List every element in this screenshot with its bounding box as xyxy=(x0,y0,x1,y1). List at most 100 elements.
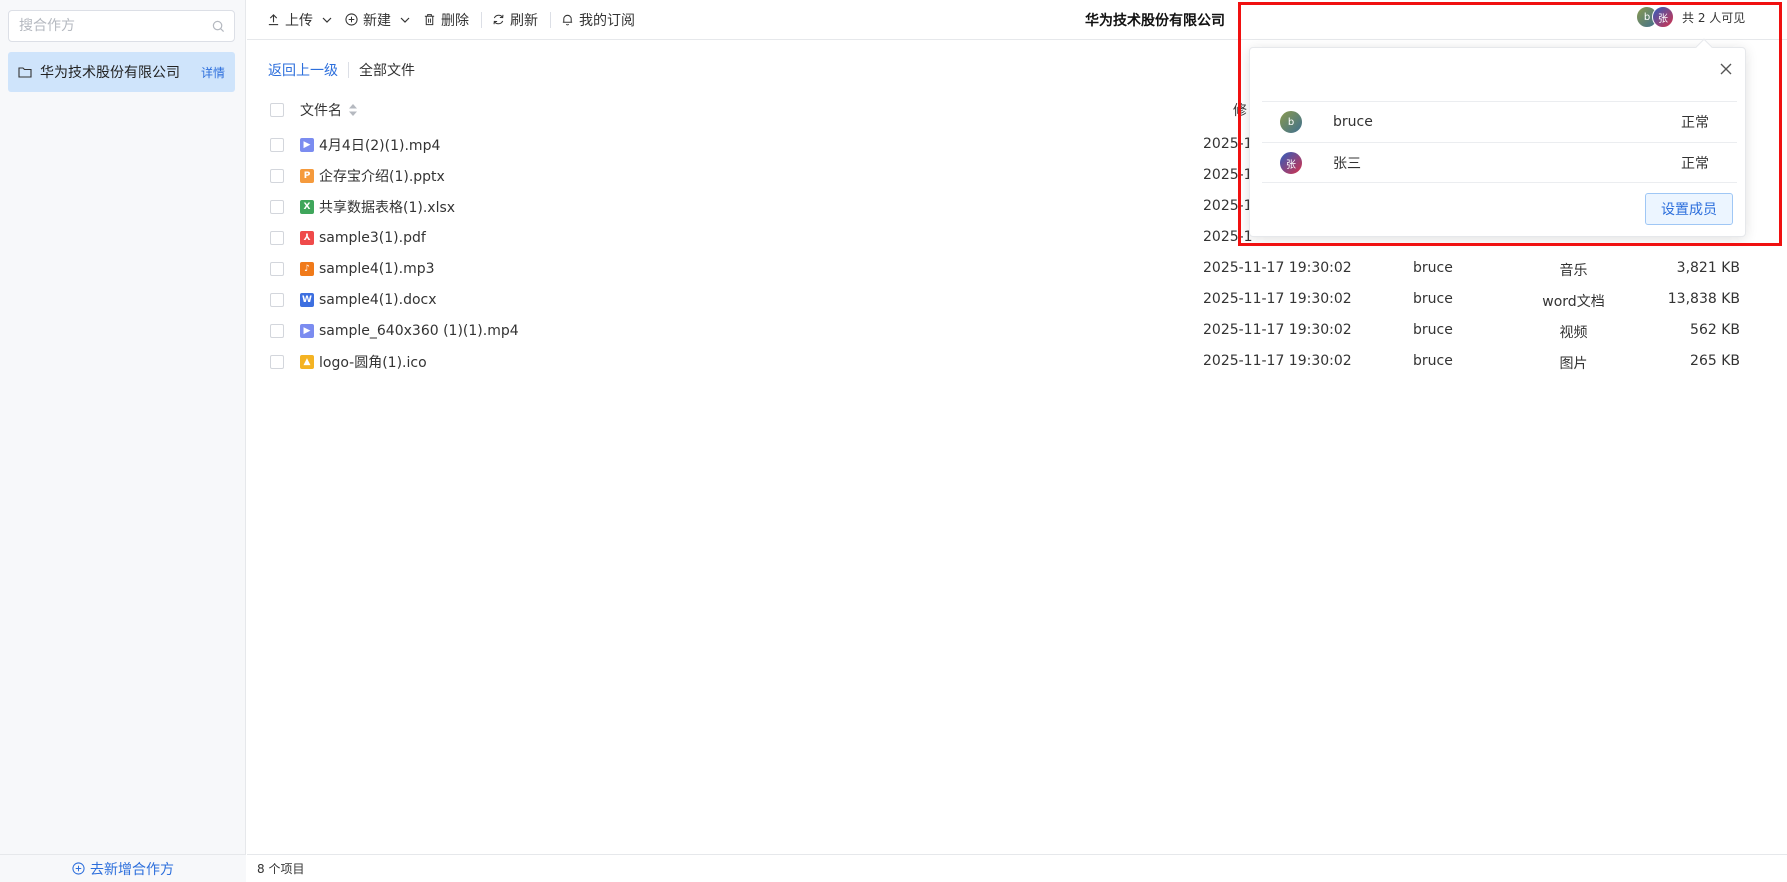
set-members-button[interactable]: 设置成员 xyxy=(1645,193,1733,225)
visible-members-button[interactable]: b 张 共 2 人可见 xyxy=(1636,6,1745,28)
partner-search-box xyxy=(8,10,235,42)
file-name[interactable]: sample4(1).docx xyxy=(319,292,437,308)
table-row[interactable]: ♪ sample4(1).mp3 2025-11-17 19:30:02 bru… xyxy=(270,253,1750,284)
file-type: word文档 xyxy=(1542,294,1605,310)
row-checkbox[interactable] xyxy=(270,230,284,245)
new-label: 新建 xyxy=(363,12,391,29)
file-name[interactable]: sample_640x360 (1)(1).mp4 xyxy=(319,323,519,339)
upload-icon xyxy=(268,14,279,26)
breadcrumb: 返回上一级 全部文件 xyxy=(268,60,415,80)
file-modified: 2025-11-17 19:30:02 xyxy=(1203,353,1352,369)
toolbar-divider xyxy=(550,11,551,28)
sidebar-item-partner[interactable]: 华为技术股份有限公司 详情 xyxy=(8,52,235,92)
member-name: bruce xyxy=(1333,114,1373,130)
sidebar-item-label: 华为技术股份有限公司 xyxy=(40,65,180,81)
ppt-file-icon: P xyxy=(300,168,314,183)
select-all-checkbox[interactable] xyxy=(270,103,284,117)
subscriptions-button[interactable]: 我的订阅 xyxy=(561,10,635,30)
column-header-name-label: 文件名 xyxy=(300,103,342,119)
row-checkbox[interactable] xyxy=(270,354,284,369)
back-link[interactable]: 返回上一级 xyxy=(268,60,338,80)
file-modified: 2025-11-17 19:30:02 xyxy=(1203,260,1352,276)
table-header: 文件名 xyxy=(270,100,358,120)
plus-circle-icon xyxy=(345,13,358,26)
close-icon[interactable] xyxy=(1719,62,1733,76)
popover-arrow xyxy=(1695,38,1713,56)
table-row[interactable]: ▲ logo-圆角(1).ico 2025-11-17 19:30:02 bru… xyxy=(270,346,1750,377)
details-link[interactable]: 详情 xyxy=(201,64,225,81)
toolbar: 上传 新建 删除 刷新 我的订阅 xyxy=(247,0,1787,40)
row-checkbox[interactable] xyxy=(270,137,284,152)
avatar: 张 xyxy=(1652,6,1674,28)
row-checkbox[interactable] xyxy=(270,199,284,214)
video-file-icon: ▶ xyxy=(300,323,314,338)
word-file-icon: W xyxy=(300,292,314,307)
row-checkbox[interactable] xyxy=(270,323,284,338)
row-checkbox[interactable] xyxy=(270,168,284,183)
all-files-link[interactable]: 全部文件 xyxy=(359,60,415,80)
chevron-down-icon[interactable] xyxy=(321,14,333,26)
chevron-down-icon[interactable] xyxy=(399,14,411,26)
file-modified: 2025-11-17 19:30:02 xyxy=(1203,291,1352,307)
delete-button[interactable]: 删除 xyxy=(423,10,469,30)
sidebar: 华为技术股份有限公司 详情 去新增合作方 xyxy=(0,0,246,882)
video-file-icon: ▶ xyxy=(300,137,314,152)
bell-icon xyxy=(562,14,573,26)
file-modified: 2025-1 xyxy=(1203,198,1253,214)
member-row: b bruce 正常 xyxy=(1262,101,1737,142)
file-name[interactable]: 4月4日(2)(1).mp4 xyxy=(319,135,440,155)
column-header-modified[interactable]: 修 xyxy=(1233,100,1247,120)
refresh-icon xyxy=(493,14,504,25)
app-window: 华为技术股份有限公司 详情 去新增合作方 上传 xyxy=(0,0,1787,882)
file-size: 265 KB xyxy=(1690,353,1740,369)
folder-icon xyxy=(18,67,32,78)
excel-file-icon: X xyxy=(300,199,314,214)
divider xyxy=(1262,182,1737,183)
image-file-icon: ▲ xyxy=(300,354,314,369)
delete-label: 删除 xyxy=(441,12,469,29)
upload-label: 上传 xyxy=(285,12,313,29)
file-size: 3,821 KB xyxy=(1676,260,1740,276)
file-name[interactable]: sample3(1).pdf xyxy=(319,230,426,246)
file-size: 13,838 KB xyxy=(1667,291,1740,307)
avatar: b xyxy=(1279,110,1303,134)
members-popover: b bruce 正常 张 张三 正常 设置成员 xyxy=(1249,38,1746,237)
plus-circle-icon xyxy=(72,862,85,875)
member-status: 正常 xyxy=(1681,115,1709,131)
table-row[interactable]: ▶ sample_640x360 (1)(1).mp4 2025-11-17 1… xyxy=(270,315,1750,346)
file-size: 562 KB xyxy=(1690,322,1740,338)
file-owner: bruce xyxy=(1413,260,1453,276)
new-button[interactable]: 新建 xyxy=(345,10,411,30)
member-name: 张三 xyxy=(1333,156,1361,172)
row-checkbox[interactable] xyxy=(270,292,284,307)
subscriptions-label: 我的订阅 xyxy=(579,12,635,29)
partner-search-input[interactable] xyxy=(9,11,234,41)
search-icon[interactable] xyxy=(212,20,225,33)
avatar: 张 xyxy=(1279,151,1303,175)
file-owner: bruce xyxy=(1413,322,1453,338)
file-name[interactable]: logo-圆角(1).ico xyxy=(319,352,427,372)
file-modified: 2025-1 xyxy=(1203,229,1253,245)
row-checkbox[interactable] xyxy=(270,261,284,276)
audio-file-icon: ♪ xyxy=(300,261,314,276)
breadcrumb-divider xyxy=(348,62,349,78)
file-name[interactable]: 共享数据表格(1).xlsx xyxy=(319,197,455,217)
file-modified: 2025-1 xyxy=(1203,167,1253,183)
file-modified: 2025-11-17 19:30:02 xyxy=(1203,322,1352,338)
member-row: 张 张三 正常 xyxy=(1262,142,1737,183)
column-header-name[interactable]: 文件名 xyxy=(300,100,358,120)
table-row[interactable]: W sample4(1).docx 2025-11-17 19:30:02 br… xyxy=(270,284,1750,315)
file-owner: bruce xyxy=(1413,291,1453,307)
refresh-button[interactable]: 刷新 xyxy=(492,10,538,30)
file-type: 图片 xyxy=(1559,356,1588,372)
upload-button[interactable]: 上传 xyxy=(267,10,333,30)
file-name[interactable]: sample4(1).mp3 xyxy=(319,261,435,277)
trash-icon xyxy=(424,14,435,26)
file-type: 音乐 xyxy=(1559,263,1588,279)
file-type: 视频 xyxy=(1559,325,1588,341)
sort-icon[interactable] xyxy=(348,103,358,117)
toolbar-divider xyxy=(481,11,482,28)
file-name[interactable]: 企存宝介绍(1).pptx xyxy=(319,166,445,186)
file-owner: bruce xyxy=(1413,353,1453,369)
add-partner-button[interactable]: 去新增合作方 xyxy=(0,854,246,882)
